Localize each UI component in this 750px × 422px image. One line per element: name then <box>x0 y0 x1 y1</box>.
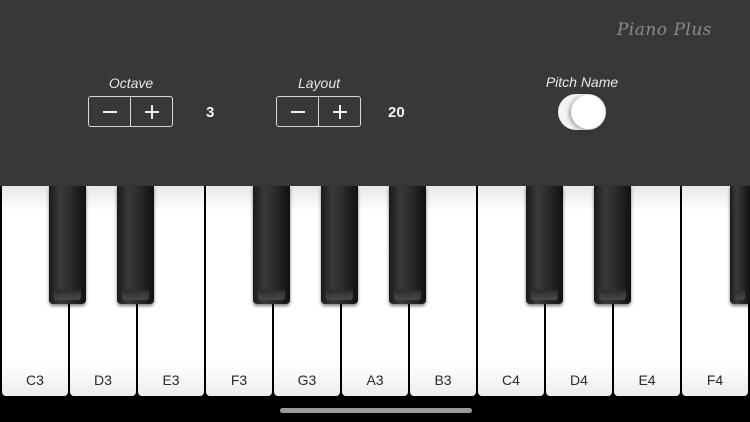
note-label: C4 <box>502 372 520 388</box>
note-label: E4 <box>638 372 656 388</box>
note-label: D4 <box>570 372 588 388</box>
note-label: C3 <box>26 372 44 388</box>
minus-icon <box>102 110 117 113</box>
app-title: Piano Plus <box>616 20 712 40</box>
octave-stepper[interactable] <box>88 96 173 127</box>
octave-decrement-button[interactable] <box>89 97 130 126</box>
octave-value: 3 <box>206 104 215 121</box>
note-label: F3 <box>230 372 248 388</box>
pitch-name-label: Pitch Name <box>545 74 619 90</box>
black-key-f-sharp-4[interactable] <box>730 186 750 304</box>
pitch-name-toggle[interactable] <box>558 94 606 130</box>
layout-value: 20 <box>388 104 405 121</box>
note-label: D3 <box>94 372 112 388</box>
plus-icon <box>144 104 159 119</box>
piano-keyboard: C3 D3 E3 F3 G3 A3 B3 C4 D4 E4 F4 <box>0 186 750 398</box>
note-label: A3 <box>366 372 384 388</box>
black-key-g-sharp-3[interactable] <box>321 186 358 304</box>
note-label: F4 <box>706 372 724 388</box>
black-key-d-sharp-4[interactable] <box>594 186 631 304</box>
black-key-c-sharp-4[interactable] <box>526 186 563 304</box>
black-key-f-sharp-3[interactable] <box>253 186 290 304</box>
layout-stepper[interactable] <box>276 96 361 127</box>
layout-increment-button[interactable] <box>318 97 360 126</box>
control-panel: Piano Plus Octave 3 Layout 20 Pitch Name <box>0 0 750 186</box>
octave-increment-button[interactable] <box>130 97 172 126</box>
black-key-c-sharp-3[interactable] <box>49 186 86 304</box>
note-label: B3 <box>434 372 452 388</box>
black-key-d-sharp-3[interactable] <box>117 186 154 304</box>
octave-label: Octave <box>108 75 154 91</box>
home-indicator[interactable] <box>280 408 472 413</box>
layout-label: Layout <box>297 75 341 91</box>
layout-decrement-button[interactable] <box>277 97 318 126</box>
black-key-a-sharp-3[interactable] <box>389 186 426 304</box>
minus-icon <box>290 110 305 113</box>
note-label: E3 <box>162 372 180 388</box>
plus-icon <box>332 104 347 119</box>
note-label: G3 <box>297 372 317 388</box>
toggle-knob <box>571 95 605 129</box>
